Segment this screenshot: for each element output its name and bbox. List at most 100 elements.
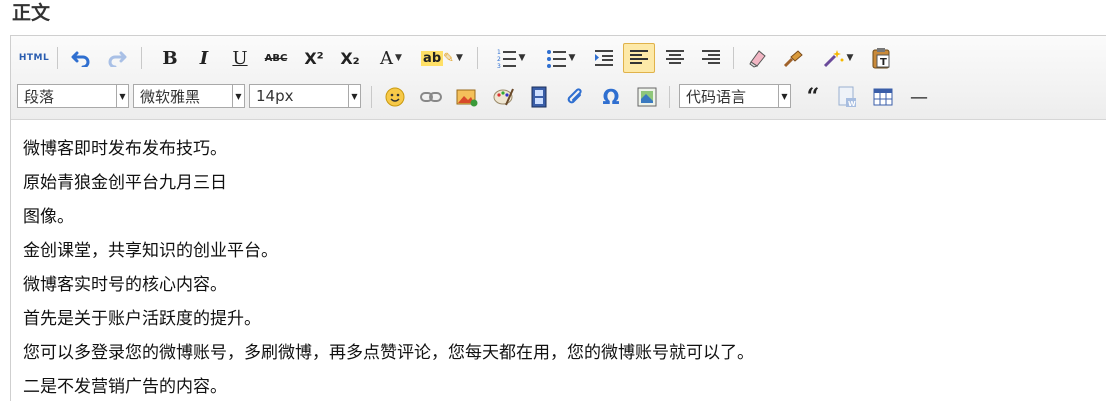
bold-icon: B bbox=[162, 47, 178, 69]
subscript-icon: X₂ bbox=[340, 48, 360, 68]
horizontal-rule-button[interactable]: — bbox=[905, 84, 933, 110]
eraser-icon bbox=[749, 50, 766, 68]
toolbar-separator bbox=[141, 47, 142, 69]
pen-icon: ✎ bbox=[443, 50, 455, 66]
italic-icon: I bbox=[199, 47, 209, 69]
indent-icon bbox=[595, 50, 613, 66]
font-family-select[interactable]: 微软雅黑 ▼ bbox=[133, 84, 245, 108]
paragraph[interactable]: 微博客实时号的核心内容。 bbox=[23, 268, 754, 302]
chevron-down-icon: ▼ bbox=[395, 53, 402, 63]
attachment-button[interactable] bbox=[561, 84, 589, 110]
link-button[interactable] bbox=[417, 84, 445, 110]
paragraph[interactable]: 您可以多登录您的微博账号，多刷微博，再多点赞评论，您每天都在用，您的微博账号就可… bbox=[23, 336, 754, 370]
indent-button[interactable] bbox=[591, 45, 619, 71]
paragraph[interactable]: 微博客即时发布发布技巧。 bbox=[23, 132, 754, 166]
undo-button[interactable] bbox=[67, 45, 95, 71]
paragraph[interactable]: 原始青狼金创平台九月三日 bbox=[23, 166, 754, 200]
underline-button[interactable]: U bbox=[227, 45, 253, 71]
align-left-button[interactable] bbox=[623, 43, 655, 73]
align-center-icon bbox=[666, 50, 684, 64]
svg-text:W: W bbox=[848, 100, 856, 108]
emoji-icon bbox=[385, 87, 405, 107]
palette-icon bbox=[493, 88, 514, 106]
font-family-value: 微软雅黑 bbox=[140, 87, 201, 106]
toolbar-separator bbox=[371, 86, 372, 108]
emoji-button[interactable] bbox=[381, 84, 409, 110]
ordered-list-button[interactable]: 123 ▼ bbox=[489, 45, 533, 71]
redo-icon bbox=[108, 51, 127, 67]
blockquote-button[interactable]: “ bbox=[799, 84, 827, 110]
align-center-button[interactable] bbox=[661, 45, 689, 71]
editor-content[interactable]: 微博客即时发布发布技巧。 原始青狼金创平台九月三日 图像。 金创课堂，共享知识的… bbox=[23, 132, 754, 401]
table-icon bbox=[873, 88, 893, 106]
align-left-icon bbox=[630, 50, 648, 64]
film-icon bbox=[531, 86, 547, 108]
bold-button[interactable]: B bbox=[157, 45, 183, 71]
chevron-down-icon: ▼ bbox=[846, 53, 854, 63]
strikethrough-button[interactable]: ABC bbox=[261, 45, 291, 71]
align-right-icon bbox=[702, 50, 720, 64]
insert-artwork-button[interactable] bbox=[489, 84, 517, 110]
paragraph-format-select[interactable]: 段落 ▼ bbox=[17, 84, 129, 108]
undo-icon bbox=[71, 51, 90, 67]
magic-wand-icon bbox=[823, 50, 844, 68]
eraser-button[interactable] bbox=[743, 45, 771, 71]
superscript-icon: X² bbox=[304, 48, 324, 68]
chevron-down-icon: ▼ bbox=[348, 85, 360, 107]
svg-text:2: 2 bbox=[497, 56, 501, 63]
highlight-icon: ab bbox=[421, 50, 444, 66]
toolbar-separator bbox=[733, 47, 734, 69]
code-language-select[interactable]: 代码语言 ▼ bbox=[679, 84, 791, 108]
toolbar-separator bbox=[57, 47, 58, 69]
highlight-color-button[interactable]: ab ✎ ▼ bbox=[417, 45, 467, 71]
ordered-list-icon: 123 bbox=[497, 49, 516, 68]
omega-icon: Ω bbox=[602, 85, 620, 109]
html-source-button[interactable]: HTML bbox=[17, 45, 51, 71]
format-painter-button[interactable] bbox=[779, 45, 809, 71]
insert-image-button[interactable] bbox=[453, 84, 481, 110]
page-title: 正文 bbox=[12, 2, 51, 24]
font-color-button[interactable]: A ▼ bbox=[371, 45, 411, 71]
align-right-button[interactable] bbox=[697, 45, 725, 71]
quote-icon: “ bbox=[806, 84, 820, 110]
insert-video-button[interactable] bbox=[525, 84, 553, 110]
paperclip-icon bbox=[567, 88, 582, 104]
html-label: HTML bbox=[18, 53, 50, 63]
paragraph[interactable]: 图像。 bbox=[23, 200, 754, 234]
superscript-button[interactable]: X² bbox=[299, 45, 329, 71]
insert-table-button[interactable] bbox=[869, 84, 897, 110]
special-char-button[interactable]: Ω bbox=[597, 84, 625, 110]
chevron-down-icon: ▼ bbox=[778, 85, 790, 107]
strikethrough-icon: ABC bbox=[264, 52, 288, 64]
redo-button[interactable] bbox=[103, 45, 131, 71]
svg-text:1: 1 bbox=[497, 49, 501, 56]
paragraph[interactable]: 金创课堂，共享知识的创业平台。 bbox=[23, 234, 754, 268]
image-icon bbox=[456, 89, 478, 107]
paste-text-icon: T bbox=[872, 48, 890, 69]
chevron-down-icon: ▼ bbox=[116, 85, 128, 107]
font-size-select[interactable]: 14px ▼ bbox=[249, 84, 361, 108]
horizontal-rule-icon: — bbox=[910, 86, 928, 108]
italic-button[interactable]: I bbox=[191, 45, 217, 71]
svg-text:3: 3 bbox=[497, 63, 501, 68]
underline-icon: U bbox=[232, 47, 248, 69]
word-doc-icon: W bbox=[838, 86, 856, 108]
link-icon bbox=[420, 92, 442, 102]
editor-toolbar: HTML B I U ABC X² X₂ A ▼ ab ✎ ▼ 1 2 3 ▼ … bbox=[11, 36, 1106, 120]
chevron-down-icon: ▼ bbox=[232, 85, 244, 107]
paragraph[interactable]: 二是不发营销广告的内容。 bbox=[23, 370, 754, 401]
toolbar-separator bbox=[477, 47, 478, 69]
paragraph[interactable]: 首先是关于账户活跃度的提升。 bbox=[23, 302, 754, 336]
paste-from-word-button[interactable]: W bbox=[833, 84, 861, 110]
chevron-down-icon: ▼ bbox=[568, 53, 576, 63]
brush-icon bbox=[783, 50, 803, 68]
unordered-list-button[interactable]: ▼ bbox=[539, 45, 583, 71]
rich-text-editor: HTML B I U ABC X² X₂ A ▼ ab ✎ ▼ 1 2 3 ▼ … bbox=[10, 35, 1106, 401]
paste-text-button[interactable]: T bbox=[867, 45, 895, 71]
subscript-button[interactable]: X₂ bbox=[335, 45, 365, 71]
code-language-value: 代码语言 bbox=[686, 87, 747, 106]
font-color-icon: A bbox=[380, 47, 394, 69]
magic-format-button[interactable]: ▼ bbox=[817, 45, 859, 71]
insert-map-button[interactable] bbox=[633, 84, 661, 110]
paragraph-format-value: 段落 bbox=[24, 87, 55, 106]
